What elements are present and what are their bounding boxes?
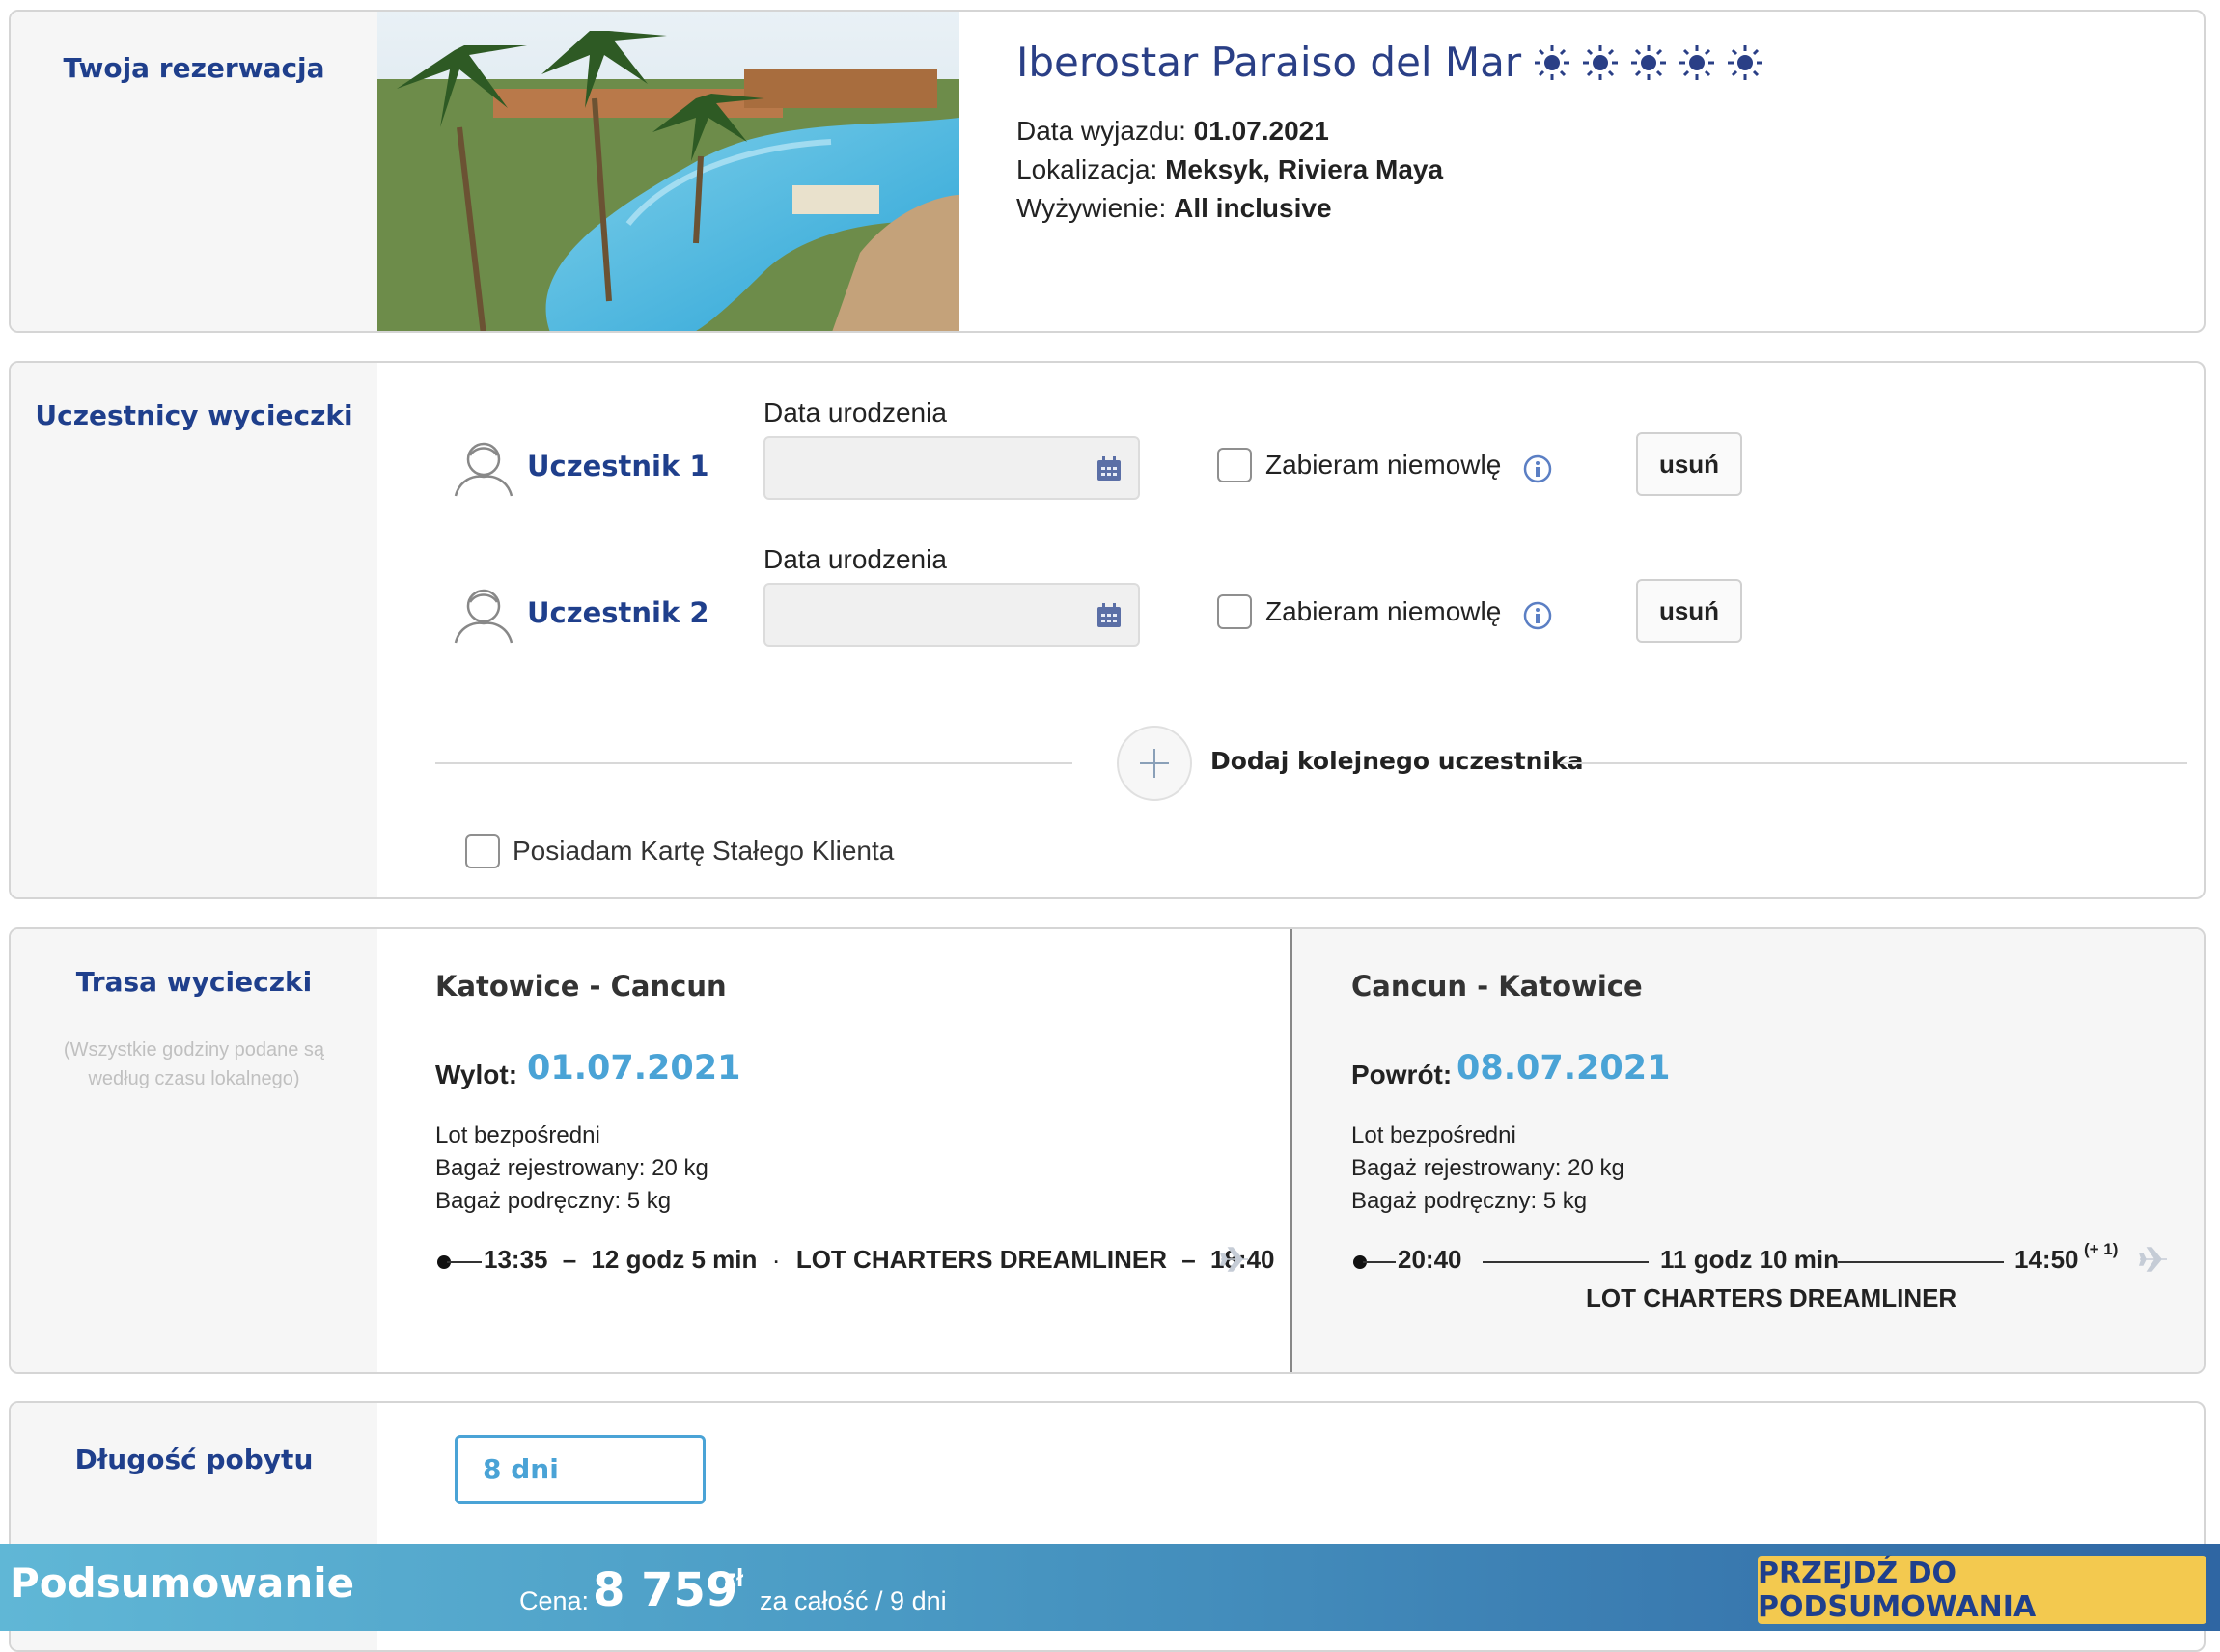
outbound-date-value: 01.07.2021	[527, 1049, 741, 1088]
separator: –	[562, 1245, 577, 1274]
hotel-name[interactable]: Iberostar Paraiso del Mar	[1016, 39, 1764, 86]
divider	[1560, 762, 2187, 764]
participants-section-title: Uczestnicy wycieczki	[35, 399, 353, 431]
outbound-cabin-baggage: Bagaż podręczny: 5 kg	[435, 1188, 672, 1214]
timeline-line	[1363, 1261, 1396, 1263]
route-timezone-note: (Wszystkie godziny podane są według czas…	[63, 1039, 325, 1089]
plus-icon	[1140, 749, 1169, 778]
timeline-line	[1838, 1261, 2004, 1263]
inbound-dep-time: 20:40	[1398, 1245, 1462, 1274]
inbound-flight-type: Lot bezpośredni	[1351, 1122, 1516, 1148]
stay-length-option[interactable]: 8 dni	[455, 1435, 706, 1504]
board-label: Wyżywienie:	[1016, 193, 1167, 223]
participant-2-dob-label: Data urodzenia	[763, 544, 947, 574]
inbound-carrier: LOT CHARTERS DREAMLINER	[1586, 1283, 1957, 1312]
outbound-route: Katowice - Cancun	[435, 970, 727, 1003]
inbound-route: Cancun - Katowice	[1351, 970, 1643, 1003]
departure-date-value: 01.07.2021	[1193, 116, 1329, 146]
participant-1-dob-input[interactable]	[763, 436, 1140, 500]
sun-icon	[1728, 44, 1763, 80]
hotel-rating	[1533, 43, 1764, 82]
inbound-duration: 11 godz 10 min	[1660, 1245, 1839, 1274]
add-participant-button[interactable]	[1117, 726, 1192, 801]
inbound-checked-baggage: Bagaż rejestrowany: 20 kg	[1351, 1155, 1624, 1181]
calendar-icon[interactable]	[1096, 602, 1123, 629]
inbound-day-offset: (+ 1)	[2084, 1240, 2119, 1258]
reservation-section-title: Twoja rezerwacja	[63, 52, 325, 84]
separator: –	[1181, 1245, 1196, 1274]
participant-2-dob-input[interactable]	[763, 583, 1140, 647]
timeline-line	[447, 1261, 482, 1263]
leg-divider	[1290, 929, 1292, 1372]
inbound-date-value: 08.07.2021	[1457, 1049, 1671, 1088]
person-icon	[454, 442, 513, 497]
sun-icon	[1631, 44, 1667, 80]
outbound-checked-baggage: Bagaż rejestrowany: 20 kg	[435, 1155, 708, 1181]
participant-2-infant-checkbox[interactable]	[1217, 594, 1252, 629]
outbound-duration: 12 godz 5 min	[591, 1245, 758, 1274]
divider	[435, 762, 1072, 764]
participant-1-name: Uczestnik 1	[527, 450, 709, 482]
location-label: Lokalizacja:	[1016, 154, 1158, 184]
outbound-timeline: 13:35 – 12 godz 5 min · LOT CHARTERS DRE…	[484, 1245, 1274, 1275]
outbound-carrier: LOT CHARTERS DREAMLINER	[795, 1245, 1168, 1274]
participant-1-remove-button[interactable]: usuń	[1636, 432, 1742, 496]
loyalty-card-checkbox[interactable]	[465, 834, 500, 868]
inbound-arr-time: 14:50	[2014, 1245, 2079, 1274]
location-value: Meksyk, Riviera Maya	[1165, 154, 1444, 184]
hotel-name-text: Iberostar Paraiso del Mar	[1016, 39, 1522, 86]
board-line: Wyżywienie: All inclusive	[1016, 193, 1332, 224]
hotel-photo	[377, 12, 959, 331]
board-value: All inclusive	[1174, 193, 1332, 223]
reservation-card: Twoja rezerwacja Iberostar Paraiso del M…	[9, 10, 2206, 333]
add-participant-label[interactable]: Dodaj kolejnego uczestnika	[1210, 747, 1584, 775]
inbound-date-label: Powrót:	[1351, 1060, 1453, 1089]
separator: ·	[773, 1253, 780, 1272]
inbound-cabin-baggage: Bagaż podręczny: 5 kg	[1351, 1188, 1588, 1214]
participant-1-infant-label: Zabieram niemowlę	[1265, 450, 1502, 480]
go-to-summary-button[interactable]: PRZEJDŹ DO PODSUMOWANIA	[1758, 1556, 2206, 1624]
participants-side-panel	[11, 363, 377, 897]
timeline-line	[1483, 1261, 1649, 1263]
loyalty-card-label: Posiadam Kartę Stałego Klienta	[513, 836, 895, 866]
location-line: Lokalizacja: Meksyk, Riviera Maya	[1016, 154, 1443, 185]
info-icon[interactable]	[1523, 454, 1552, 483]
participants-card: Uczestnicy wycieczki Uczestnik 1 Data ur…	[9, 361, 2206, 899]
route-section-title: Trasa wycieczki	[75, 966, 313, 998]
summary-bar: Podsumowanie Cena: 8 759 zł za całość / …	[0, 1544, 2220, 1631]
sun-icon	[1679, 44, 1715, 80]
route-card: Trasa wycieczki (Wszystkie godziny podan…	[9, 927, 2206, 1374]
person-icon	[454, 589, 513, 644]
outbound-flight-type: Lot bezpośredni	[435, 1122, 600, 1148]
calendar-icon[interactable]	[1096, 455, 1123, 482]
sun-icon	[1583, 44, 1619, 80]
plane-icon	[1219, 1247, 1248, 1272]
departure-date-label: Data wyjazdu:	[1016, 116, 1186, 146]
price-value: 8 759	[593, 1563, 738, 1617]
price-currency: zł	[724, 1563, 744, 1592]
participant-2-infant-label: Zabieram niemowlę	[1265, 596, 1502, 626]
outbound-dep-time: 13:35	[484, 1245, 548, 1274]
summary-title: Podsumowanie	[10, 1559, 355, 1607]
info-icon[interactable]	[1523, 601, 1552, 630]
stay-section-title: Długość pobytu	[74, 1444, 314, 1475]
outbound-date-label: Wylot:	[435, 1060, 518, 1089]
sun-icon	[1535, 44, 1570, 80]
price-label: Cena:	[519, 1586, 590, 1615]
participant-1-dob-label: Data urodzenia	[763, 398, 947, 427]
participant-2-name: Uczestnik 2	[527, 596, 709, 629]
departure-date-line: Data wyjazdu: 01.07.2021	[1016, 116, 1329, 147]
participant-1-infant-checkbox[interactable]	[1217, 448, 1252, 482]
price-note: za całość / 9 dni	[760, 1586, 947, 1615]
participant-2-remove-button[interactable]: usuń	[1636, 579, 1742, 643]
plane-icon	[2138, 1247, 2167, 1272]
